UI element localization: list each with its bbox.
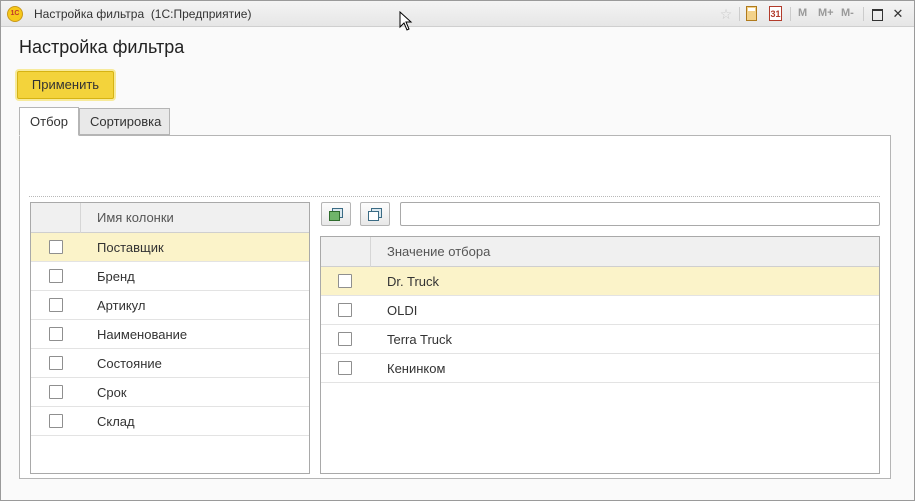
table-row[interactable]: Кенинком	[321, 354, 879, 383]
checkbox-column-header	[31, 203, 81, 233]
table-row[interactable]: Срок	[31, 378, 309, 407]
row-label: Поставщик	[97, 240, 164, 255]
columns-grid-header: Имя колонки	[31, 203, 309, 233]
row-checkbox[interactable]	[49, 414, 63, 428]
window-title: Настройка фильтра (1С:Предприятие)	[34, 7, 252, 21]
row-label: Бренд	[97, 269, 135, 284]
filter-value-header: Значение отбора	[387, 244, 491, 259]
close-button[interactable]: ✕	[889, 5, 907, 23]
tab-filter[interactable]: Отбор	[19, 107, 79, 136]
check-all-icon-front	[329, 211, 340, 221]
table-row[interactable]: Terra Truck	[321, 325, 879, 354]
checkbox-column-header	[321, 237, 371, 267]
row-label: Наименование	[97, 327, 188, 342]
toolbar-separator	[739, 7, 740, 21]
restore-button[interactable]	[868, 5, 886, 23]
table-row[interactable]: Состояние	[31, 349, 309, 378]
columns-grid: Имя колонки Поставщик Бренд Артикул Наим…	[30, 202, 310, 474]
table-row[interactable]: Dr. Truck	[321, 267, 879, 296]
memory-plus-button[interactable]: M+	[818, 7, 834, 19]
row-checkbox[interactable]	[338, 274, 352, 288]
values-grid: Значение отбора Dr. Truck OLDI Terra Tru…	[320, 236, 880, 474]
apply-button[interactable]: Применить	[17, 71, 114, 99]
row-label: Артикул	[97, 298, 146, 313]
table-row[interactable]: Поставщик	[31, 233, 309, 262]
favorite-icon[interactable]: ☆	[717, 5, 735, 23]
mouse-cursor-icon	[399, 11, 413, 31]
splitter-line[interactable]	[29, 196, 880, 197]
row-checkbox[interactable]	[338, 361, 352, 375]
window-titlebar: 1C Настройка фильтра (1С:Предприятие) ☆ …	[1, 1, 914, 27]
toolbar-separator	[790, 7, 791, 21]
uncheck-all-button[interactable]	[360, 202, 390, 226]
calendar-icon[interactable]: 31	[767, 5, 785, 23]
row-label: Склад	[97, 414, 135, 429]
table-row[interactable]: Наименование	[31, 320, 309, 349]
form-title: Настройка фильтра	[19, 37, 185, 57]
column-name-header: Имя колонки	[97, 210, 174, 225]
toolbar-separator	[863, 7, 864, 21]
row-label: Кенинком	[387, 361, 446, 376]
row-checkbox[interactable]	[49, 298, 63, 312]
row-label: Terra Truck	[387, 332, 453, 347]
calculator-icon[interactable]	[743, 5, 761, 23]
row-checkbox[interactable]	[49, 327, 63, 341]
check-all-button[interactable]	[321, 202, 351, 226]
row-label: Срок	[97, 385, 127, 400]
row-label: OLDI	[387, 303, 418, 318]
table-row[interactable]: Бренд	[31, 262, 309, 291]
row-checkbox[interactable]	[338, 332, 352, 346]
table-row[interactable]: OLDI	[321, 296, 879, 325]
row-checkbox[interactable]	[49, 269, 63, 283]
memory-minus-button[interactable]: M-	[841, 7, 854, 19]
memory-button[interactable]: M	[798, 7, 807, 19]
row-label: Dr. Truck	[387, 274, 440, 289]
values-grid-header: Значение отбора	[321, 237, 879, 267]
search-input[interactable]	[400, 202, 880, 226]
row-checkbox[interactable]	[49, 240, 63, 254]
table-row[interactable]: Артикул	[31, 291, 309, 320]
row-checkbox[interactable]	[49, 385, 63, 399]
uncheck-all-icon-front	[368, 211, 379, 221]
row-checkbox[interactable]	[49, 356, 63, 370]
tab-sorting[interactable]: Сортировка	[79, 108, 170, 135]
app-logo-icon: 1C	[7, 6, 23, 22]
table-row[interactable]: Склад	[31, 407, 309, 436]
row-checkbox[interactable]	[338, 303, 352, 317]
row-label: Состояние	[97, 356, 162, 371]
filter-settings-window: 1C Настройка фильтра (1С:Предприятие) ☆ …	[0, 0, 915, 501]
